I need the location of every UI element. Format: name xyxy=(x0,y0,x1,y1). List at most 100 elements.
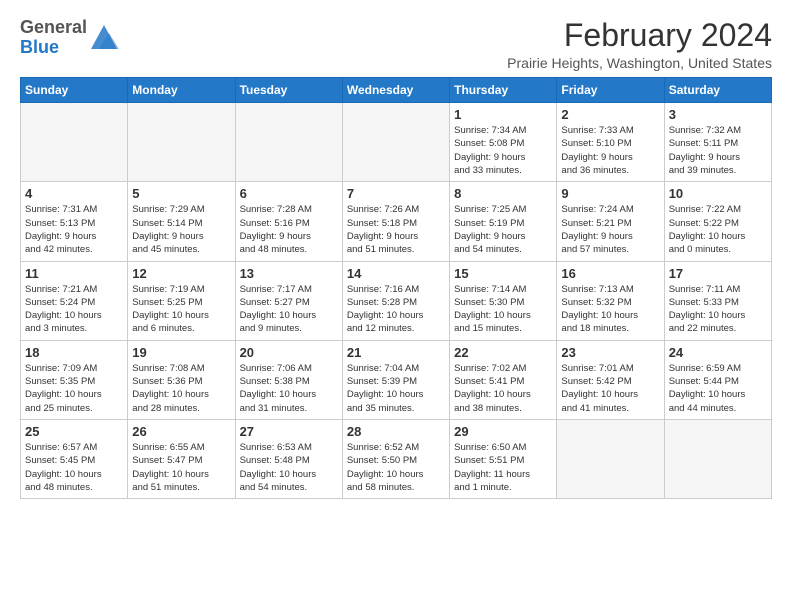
day-number: 28 xyxy=(347,424,445,439)
day-info: Sunrise: 7:22 AMSunset: 5:22 PMDaylight:… xyxy=(669,203,767,256)
weekday-sunday: Sunday xyxy=(21,78,128,103)
calendar-cell: 5 Sunrise: 7:29 AMSunset: 5:14 PMDaylight… xyxy=(128,182,235,261)
day-info: Sunrise: 7:31 AMSunset: 5:13 PMDaylight:… xyxy=(25,203,123,256)
day-info: Sunrise: 7:29 AMSunset: 5:14 PMDaylight:… xyxy=(132,203,230,256)
day-number: 15 xyxy=(454,266,552,281)
calendar-week-5: 25 Sunrise: 6:57 AMSunset: 5:45 PMDayligh… xyxy=(21,419,772,498)
calendar-cell: 24 Sunrise: 6:59 AMSunset: 5:44 PMDayligh… xyxy=(664,340,771,419)
day-info: Sunrise: 7:04 AMSunset: 5:39 PMDaylight:… xyxy=(347,362,445,415)
calendar-cell xyxy=(664,419,771,498)
day-info: Sunrise: 7:28 AMSunset: 5:16 PMDaylight:… xyxy=(240,203,338,256)
day-number: 22 xyxy=(454,345,552,360)
day-number: 2 xyxy=(561,107,659,122)
calendar-cell: 14 Sunrise: 7:16 AMSunset: 5:28 PMDayligh… xyxy=(342,261,449,340)
logo: General Blue xyxy=(20,18,119,58)
calendar-cell: 23 Sunrise: 7:01 AMSunset: 5:42 PMDayligh… xyxy=(557,340,664,419)
logo-text: General Blue xyxy=(20,18,87,58)
day-number: 21 xyxy=(347,345,445,360)
day-number: 6 xyxy=(240,186,338,201)
day-number: 8 xyxy=(454,186,552,201)
day-number: 7 xyxy=(347,186,445,201)
day-number: 5 xyxy=(132,186,230,201)
location: Prairie Heights, Washington, United Stat… xyxy=(507,55,772,71)
day-number: 16 xyxy=(561,266,659,281)
calendar-week-4: 18 Sunrise: 7:09 AMSunset: 5:35 PMDayligh… xyxy=(21,340,772,419)
calendar-cell: 28Sunrise: 6:52 AMSunset: 5:50 PMDayligh… xyxy=(342,419,449,498)
weekday-thursday: Thursday xyxy=(450,78,557,103)
calendar-cell: 12Sunrise: 7:19 AMSunset: 5:25 PMDayligh… xyxy=(128,261,235,340)
day-info: Sunrise: 7:08 AMSunset: 5:36 PMDaylight:… xyxy=(132,362,230,415)
day-number: 10 xyxy=(669,186,767,201)
day-number: 23 xyxy=(561,345,659,360)
calendar-cell: 17Sunrise: 7:11 AMSunset: 5:33 PMDayligh… xyxy=(664,261,771,340)
day-number: 4 xyxy=(25,186,123,201)
calendar-cell: 13Sunrise: 7:17 AMSunset: 5:27 PMDayligh… xyxy=(235,261,342,340)
day-info: Sunrise: 7:01 AMSunset: 5:42 PMDaylight:… xyxy=(561,362,659,415)
day-info: Sunrise: 6:57 AMSunset: 5:45 PMDaylight:… xyxy=(25,441,123,494)
weekday-monday: Monday xyxy=(128,78,235,103)
calendar-cell: 22 Sunrise: 7:02 AMSunset: 5:41 PMDayligh… xyxy=(450,340,557,419)
day-info: Sunrise: 6:53 AMSunset: 5:48 PMDaylight:… xyxy=(240,441,338,494)
calendar-cell: 27Sunrise: 6:53 AMSunset: 5:48 PMDayligh… xyxy=(235,419,342,498)
logo-general: General xyxy=(20,17,87,37)
day-info: Sunrise: 6:59 AMSunset: 5:44 PMDaylight:… xyxy=(669,362,767,415)
calendar-cell: 29 Sunrise: 6:50 AMSunset: 5:51 PMDayligh… xyxy=(450,419,557,498)
title-block: February 2024 Prairie Heights, Washingto… xyxy=(507,18,772,71)
day-number: 29 xyxy=(454,424,552,439)
day-info: Sunrise: 7:16 AMSunset: 5:28 PMDaylight:… xyxy=(347,283,445,336)
day-info: Sunrise: 7:17 AMSunset: 5:27 PMDaylight:… xyxy=(240,283,338,336)
day-number: 25 xyxy=(25,424,123,439)
calendar-cell: 7 Sunrise: 7:26 AMSunset: 5:18 PMDaylight… xyxy=(342,182,449,261)
day-number: 26 xyxy=(132,424,230,439)
logo-icon xyxy=(89,23,119,51)
day-info: Sunrise: 7:26 AMSunset: 5:18 PMDaylight:… xyxy=(347,203,445,256)
calendar-cell: 19 Sunrise: 7:08 AMSunset: 5:36 PMDayligh… xyxy=(128,340,235,419)
day-number: 24 xyxy=(669,345,767,360)
calendar-cell: 10 Sunrise: 7:22 AMSunset: 5:22 PMDayligh… xyxy=(664,182,771,261)
weekday-saturday: Saturday xyxy=(664,78,771,103)
day-info: Sunrise: 7:13 AMSunset: 5:32 PMDaylight:… xyxy=(561,283,659,336)
day-number: 20 xyxy=(240,345,338,360)
calendar-cell: 16 Sunrise: 7:13 AMSunset: 5:32 PMDayligh… xyxy=(557,261,664,340)
calendar-cell xyxy=(21,103,128,182)
calendar-week-2: 4 Sunrise: 7:31 AMSunset: 5:13 PMDaylight… xyxy=(21,182,772,261)
calendar-cell xyxy=(128,103,235,182)
calendar-cell xyxy=(557,419,664,498)
day-info: Sunrise: 7:32 AMSunset: 5:11 PMDaylight:… xyxy=(669,124,767,177)
calendar-cell xyxy=(342,103,449,182)
calendar-cell: 4 Sunrise: 7:31 AMSunset: 5:13 PMDaylight… xyxy=(21,182,128,261)
day-number: 19 xyxy=(132,345,230,360)
calendar-cell: 26 Sunrise: 6:55 AMSunset: 5:47 PMDayligh… xyxy=(128,419,235,498)
calendar-cell: 6 Sunrise: 7:28 AMSunset: 5:16 PMDaylight… xyxy=(235,182,342,261)
calendar-cell: 18 Sunrise: 7:09 AMSunset: 5:35 PMDayligh… xyxy=(21,340,128,419)
day-info: Sunrise: 6:50 AMSunset: 5:51 PMDaylight:… xyxy=(454,441,552,494)
day-info: Sunrise: 7:21 AMSunset: 5:24 PMDaylight:… xyxy=(25,283,123,336)
calendar-cell xyxy=(235,103,342,182)
day-info: Sunrise: 6:55 AMSunset: 5:47 PMDaylight:… xyxy=(132,441,230,494)
calendar-cell: 3 Sunrise: 7:32 AMSunset: 5:11 PMDaylight… xyxy=(664,103,771,182)
calendar-week-1: 1Sunrise: 7:34 AMSunset: 5:08 PMDaylight… xyxy=(21,103,772,182)
calendar-cell: 21 Sunrise: 7:04 AMSunset: 5:39 PMDayligh… xyxy=(342,340,449,419)
day-info: Sunrise: 7:09 AMSunset: 5:35 PMDaylight:… xyxy=(25,362,123,415)
calendar-cell: 1Sunrise: 7:34 AMSunset: 5:08 PMDaylight… xyxy=(450,103,557,182)
day-number: 1 xyxy=(454,107,552,122)
calendar-cell: 11Sunrise: 7:21 AMSunset: 5:24 PMDayligh… xyxy=(21,261,128,340)
day-number: 9 xyxy=(561,186,659,201)
day-number: 14 xyxy=(347,266,445,281)
weekday-friday: Friday xyxy=(557,78,664,103)
day-info: Sunrise: 7:06 AMSunset: 5:38 PMDaylight:… xyxy=(240,362,338,415)
month-title: February 2024 xyxy=(507,18,772,53)
logo-blue: Blue xyxy=(20,37,59,57)
weekday-tuesday: Tuesday xyxy=(235,78,342,103)
calendar-cell: 2Sunrise: 7:33 AMSunset: 5:10 PMDaylight… xyxy=(557,103,664,182)
calendar-cell: 20 Sunrise: 7:06 AMSunset: 5:38 PMDayligh… xyxy=(235,340,342,419)
day-number: 3 xyxy=(669,107,767,122)
day-number: 12 xyxy=(132,266,230,281)
calendar-week-3: 11Sunrise: 7:21 AMSunset: 5:24 PMDayligh… xyxy=(21,261,772,340)
weekday-header-row: SundayMondayTuesdayWednesdayThursdayFrid… xyxy=(21,78,772,103)
calendar-page: General Blue February 2024 Prairie Heigh… xyxy=(0,0,792,509)
day-info: Sunrise: 7:02 AMSunset: 5:41 PMDaylight:… xyxy=(454,362,552,415)
day-number: 18 xyxy=(25,345,123,360)
calendar-cell: 9Sunrise: 7:24 AMSunset: 5:21 PMDaylight… xyxy=(557,182,664,261)
day-info: Sunrise: 7:25 AMSunset: 5:19 PMDaylight:… xyxy=(454,203,552,256)
